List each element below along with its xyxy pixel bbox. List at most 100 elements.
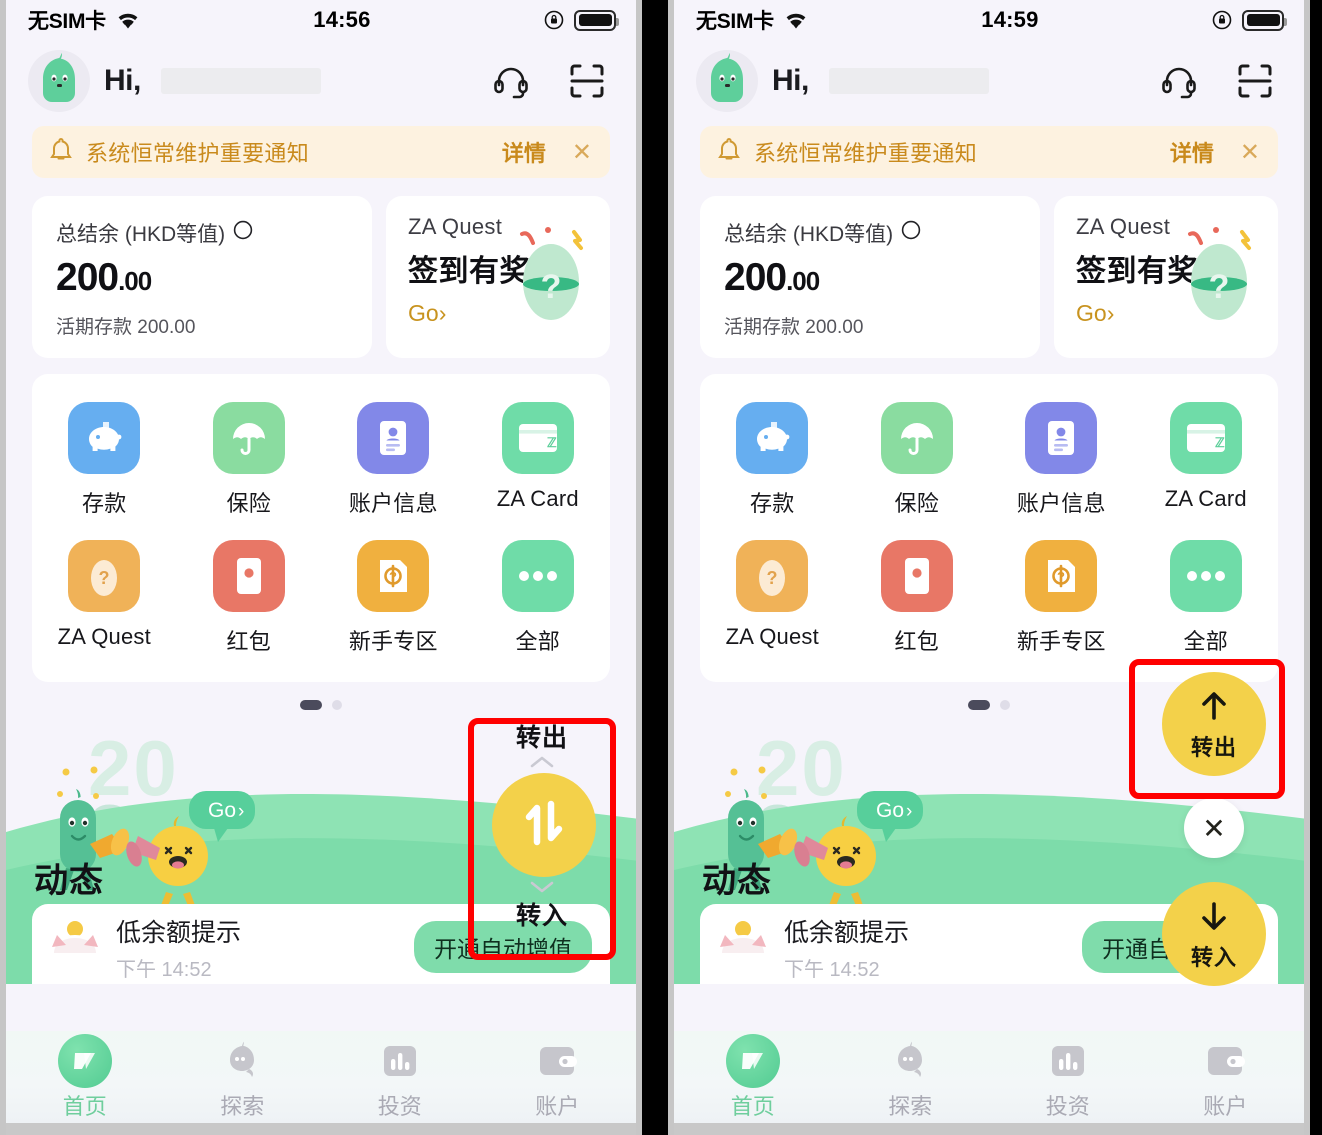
wifi-icon [115,10,141,30]
svg-text:›: › [238,801,244,822]
greeting-header: Hi, [674,40,1304,122]
grid-item-label: 保险 [894,491,939,516]
nav-item-explore[interactable]: 探索 [832,1035,990,1121]
pager-dot-active[interactable] [300,700,322,710]
nav-item-account[interactable]: 账户 [479,1035,637,1121]
balance-amount: 200.00 [724,256,820,299]
nav-item-invest[interactable]: 投资 [989,1035,1147,1121]
transfer-toggle-button[interactable] [492,773,596,877]
headset-icon[interactable] [488,58,534,104]
transfer-in-button[interactable]: 转入 [1162,882,1266,986]
pager-dot[interactable] [332,700,342,710]
balance-label-row: 总结余 (HKD等值) [724,218,1040,248]
nav-item-account[interactable]: 账户 [1147,1035,1305,1121]
low-balance-texts: 低余额提示 下午 14:52 [784,913,1070,982]
grid-item-label: 红包 [894,629,939,654]
mascot-avatar-icon [711,53,743,102]
transfer-expanded-cluster[interactable]: 转出 ✕ 转入 [1152,672,1276,986]
close-icon[interactable]: ✕ [1240,138,1260,167]
greeting-text: Hi, [772,64,809,97]
status-bar: 无SIM卡 14:59 [674,0,1304,40]
carrier-label: 无SIM卡 [28,10,106,33]
hero-go-bubble[interactable]: Go › [856,790,932,855]
home-za-icon [57,1034,112,1088]
nav-item-home[interactable]: 首页 [674,1034,832,1121]
scan-qr-icon[interactable] [1232,58,1278,104]
nav-label: 首页 [62,1094,107,1119]
system-notice-banner[interactable]: 系统恒常维护重要通知 详情 ✕ [32,126,610,178]
red-packet-icon [212,540,285,612]
grid-item-label: ZA Quest [57,624,151,649]
headset-icon[interactable] [1156,58,1202,104]
grid-item-za-card[interactable]: ℤ ZA Card [466,402,611,518]
nav-label: 账户 [535,1094,580,1119]
za-quest-card[interactable]: ZA Quest 签到有奖 Go› ? [1054,196,1278,358]
pager-dot-active[interactable] [968,700,990,710]
notice-text: 系统恒常维护重要通知 [86,141,310,166]
invest-chart-icon [1049,1035,1087,1087]
grid-item-label: 全部 [515,629,560,654]
grid-item-deposit[interactable]: 存款 [700,402,845,518]
carrier-label: 无SIM卡 [696,10,774,33]
nav-label: 探索 [220,1094,265,1119]
transfer-out-button[interactable]: 转出 [1162,672,1266,776]
grid-item-label: 保险 [226,491,271,516]
grid-row-2: ? ZA Quest 红包 ? 新手专区 全部 [700,540,1278,656]
grid-item-all[interactable]: 全部 [1134,540,1279,656]
za-quest-card[interactable]: ZA Quest 签到有奖 Go› ? [386,196,610,358]
transfer-toggle-cluster[interactable]: 转出 转入 [492,718,596,932]
notice-detail-link[interactable]: 详情 [502,136,546,168]
scan-qr-icon[interactable] [564,58,610,104]
visibility-toggle-icon[interactable] [901,220,921,246]
avatar[interactable] [696,50,758,112]
hero-go-bubble[interactable]: Go › [188,790,264,855]
visibility-toggle-icon[interactable] [233,220,253,246]
grid-item-newbie-zone[interactable]: ? 新手专区 [321,540,466,656]
total-balance-card[interactable]: 总结余 (HKD等值) 200.00 活期存款 200.00 [700,196,1040,358]
greeting-header: Hi, [6,40,636,122]
grid-item-newbie-zone[interactable]: ? 新手专区 [989,540,1134,656]
summary-card-row: 总结余 (HKD等值) 200.00 活期存款 200.00 ZA Quest … [674,178,1304,358]
grid-item-za-quest[interactable]: ? ZA Quest [700,540,845,656]
svg-text:?: ? [1209,268,1230,306]
grid-row-1: 存款 保险 账户信息 ℤ ZA Card [32,402,610,518]
nav-item-invest[interactable]: 投资 [321,1035,479,1121]
balance-label-row: 总结余 (HKD等值) [56,218,372,248]
avatar[interactable] [28,50,90,112]
grid-row-1: 存款 保险 账户信息 ℤ ZA Card [700,402,1278,518]
status-left: 无SIM卡 [28,5,141,35]
grid-item-deposit[interactable]: 存款 [32,402,177,518]
pager-dot[interactable] [1000,700,1010,710]
wallet-icon [1205,1035,1246,1087]
balance-subline: 活期存款 200.00 [724,317,864,338]
total-balance-card[interactable]: 总结余 (HKD等值) 200.00 活期存款 200.00 [32,196,372,358]
grid-pagination[interactable] [6,682,636,710]
grid-item-account-info[interactable]: 账户信息 [321,402,466,518]
grid-item-label: 存款 [750,491,795,516]
status-clock: 14:56 [313,7,371,32]
grid-item-za-quest[interactable]: ? ZA Quest [32,540,177,656]
notice-detail-link[interactable]: 详情 [1170,136,1214,168]
panel-divider [642,0,668,1135]
status-right [543,9,619,31]
piggy-bank-icon [736,402,809,474]
grid-item-red-packet[interactable]: 红包 [177,540,322,656]
nav-item-home[interactable]: 首页 [6,1034,164,1121]
grid-item-za-card[interactable]: ℤ ZA Card [1134,402,1279,518]
transfer-out-label[interactable]: 转出 [492,718,592,754]
grid-item-label: 存款 [82,491,127,516]
low-balance-time: 下午 14:52 [116,958,212,981]
grid-item-account-info[interactable]: 账户信息 [989,402,1134,518]
newbie-zone-icon: ? [357,540,430,612]
nav-item-explore[interactable]: 探索 [164,1035,322,1121]
grid-item-insurance[interactable]: 保险 [845,402,990,518]
grid-item-all[interactable]: 全部 [466,540,611,656]
mascot-avatar-icon [43,53,75,102]
close-icon[interactable]: ✕ [572,138,592,167]
close-transfer-menu-button[interactable]: ✕ [1184,798,1244,858]
grid-item-insurance[interactable]: 保险 [177,402,322,518]
two-phone-comparison: 无SIM卡 14:56 Hi, 系统恒常维护重要通知 详情 ✕ 总结余 (HKD… [0,0,1322,1135]
transfer-in-label[interactable]: 转入 [492,896,592,932]
grid-item-red-packet[interactable]: 红包 [845,540,990,656]
system-notice-banner[interactable]: 系统恒常维护重要通知 详情 ✕ [700,126,1278,178]
